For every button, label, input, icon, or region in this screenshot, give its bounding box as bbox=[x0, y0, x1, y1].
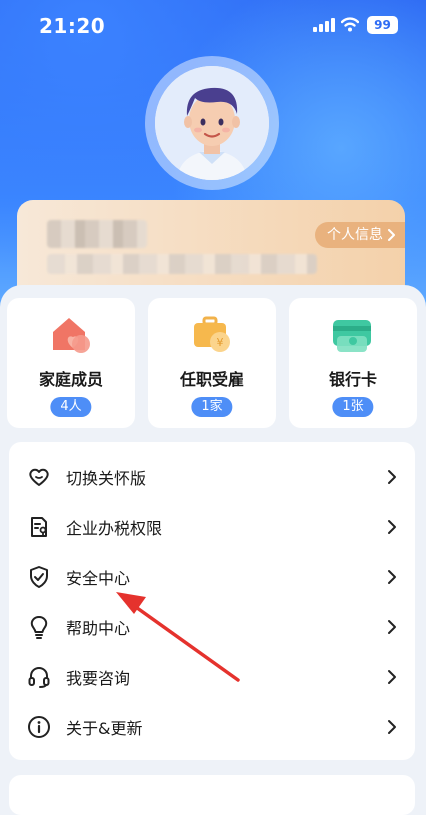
blurred-name bbox=[47, 220, 147, 248]
menu-item-label: 企业办税权限 bbox=[66, 519, 163, 538]
user-avatar-icon bbox=[155, 66, 269, 180]
quick-tiles: 家庭成员 4人 ¥ 任职受雇 1家 银行卡 1张 bbox=[7, 298, 419, 430]
chevron-right-icon bbox=[388, 570, 396, 584]
menu-item-security-center[interactable]: 安全中心 bbox=[9, 552, 415, 602]
tile-label: 任职受雇 bbox=[179, 370, 244, 389]
chevron-right-icon bbox=[388, 470, 396, 484]
bank-card-icon bbox=[333, 320, 371, 352]
menu-item-label: 帮助中心 bbox=[66, 619, 131, 638]
tile-label: 银行卡 bbox=[328, 370, 377, 389]
menu-item-label: 关于&更新 bbox=[66, 719, 143, 738]
tile-family-members[interactable]: 家庭成员 4人 bbox=[7, 298, 135, 428]
info-circle-icon bbox=[28, 716, 50, 738]
lightbulb-icon bbox=[30, 616, 48, 639]
headset-icon bbox=[28, 666, 50, 688]
count-badge: 1家 bbox=[191, 397, 233, 417]
document-key-icon bbox=[31, 517, 47, 537]
battery-indicator: 99 bbox=[367, 16, 398, 34]
menu-item-consult[interactable]: 我要咨询 bbox=[9, 652, 415, 702]
chevron-right-icon bbox=[388, 720, 396, 734]
wifi-icon bbox=[341, 17, 359, 32]
shield-check-icon bbox=[30, 566, 48, 588]
svg-text:¥: ¥ bbox=[217, 336, 224, 349]
menu-item-label: 切换关怀版 bbox=[66, 469, 147, 488]
chevron-right-icon bbox=[388, 620, 396, 634]
cellular-signal-icon bbox=[313, 18, 335, 32]
family-house-heart-icon bbox=[53, 318, 90, 353]
chevron-right-icon bbox=[388, 520, 396, 534]
status-bar: 21:20 99 bbox=[0, 0, 426, 54]
tile-bank-card[interactable]: 银行卡 1张 bbox=[289, 298, 417, 428]
menu-item-about-update[interactable]: 关于&更新 bbox=[9, 702, 415, 752]
blurred-id-number bbox=[47, 254, 317, 274]
personal-info-button[interactable]: 个人信息 bbox=[315, 222, 405, 248]
avatar[interactable] bbox=[145, 56, 279, 190]
briefcase-yuan-icon: ¥ bbox=[194, 316, 230, 352]
heart-outline-icon bbox=[29, 468, 49, 486]
settings-menu: 切换关怀版 企业办税权限 安全中心 帮助中心 我要咨询 关于&更新 bbox=[9, 442, 415, 760]
chevron-right-icon bbox=[388, 229, 395, 241]
tile-employment[interactable]: ¥ 任职受雇 1家 bbox=[148, 298, 276, 428]
tile-label: 家庭成员 bbox=[38, 370, 103, 389]
menu-item-help-center[interactable]: 帮助中心 bbox=[9, 602, 415, 652]
status-time: 21:20 bbox=[39, 14, 106, 38]
count-badge: 1张 bbox=[332, 397, 374, 417]
menu-item-care-mode[interactable]: 切换关怀版 bbox=[9, 452, 415, 502]
menu-item-label: 安全中心 bbox=[66, 569, 131, 588]
personal-info-label: 个人信息 bbox=[327, 227, 383, 243]
chevron-right-icon bbox=[388, 670, 396, 684]
menu-item-enterprise-tax[interactable]: 企业办税权限 bbox=[9, 502, 415, 552]
count-badge: 4人 bbox=[50, 397, 92, 417]
menu-item-label: 我要咨询 bbox=[66, 669, 131, 688]
next-section-card bbox=[9, 775, 415, 815]
